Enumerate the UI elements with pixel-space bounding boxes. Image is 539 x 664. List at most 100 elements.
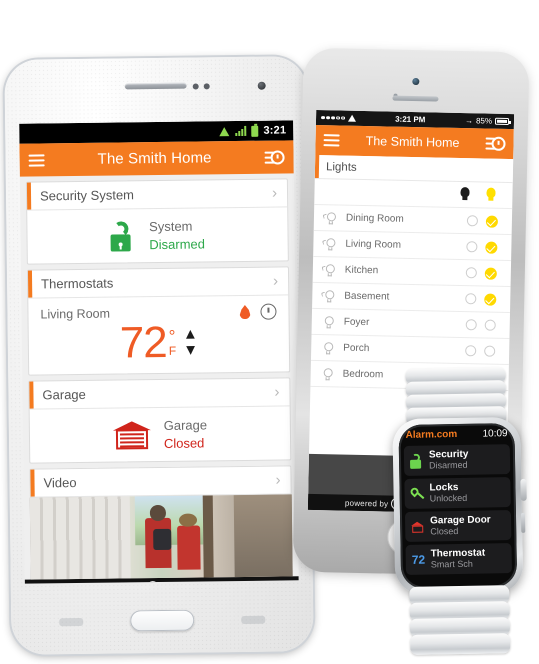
powered-by-label: powered by xyxy=(344,498,389,509)
card-title: Thermostats xyxy=(41,275,114,292)
security-system-card[interactable]: Security System › System Disarmed xyxy=(25,178,289,265)
security-system-card-header[interactable]: Security System › xyxy=(26,179,288,211)
status-bar-right-group: → 85% xyxy=(464,116,510,126)
light-on-toggle[interactable] xyxy=(484,267,497,280)
thermostat-unit-block: ° F xyxy=(168,327,177,358)
interior-wall xyxy=(234,494,293,578)
card-title: Garage xyxy=(42,386,86,403)
watch-case: Alarm.com 10:09 Security Disarmed Locks … xyxy=(392,416,527,596)
watch-side-button[interactable] xyxy=(520,512,526,533)
garage-status-block: Garage Closed xyxy=(164,417,208,453)
powered-by-label: powered by xyxy=(99,583,142,584)
list-item[interactable]: Foyer xyxy=(311,308,510,340)
chevron-right-icon: › xyxy=(274,383,280,401)
card-title: Security System xyxy=(39,187,135,204)
watch-item-title: Garage Door xyxy=(429,514,491,527)
light-name: Porch xyxy=(343,342,370,355)
list-item[interactable]: Basement xyxy=(312,282,511,314)
watch-header: Alarm.com 10:09 xyxy=(398,423,514,443)
watch-item-garage-door[interactable]: Garage Door Closed xyxy=(404,510,512,542)
carrier-signal-dots-icon xyxy=(321,115,345,120)
battery-percent-label: 85% xyxy=(475,116,493,126)
chevron-right-icon: › xyxy=(275,471,281,489)
watch-item-text: Security Disarmed xyxy=(429,449,469,471)
video-card-header[interactable]: Video › xyxy=(30,466,291,498)
back-softkey[interactable] xyxy=(241,615,266,625)
list-item[interactable]: Dining Room xyxy=(313,204,513,236)
app-title: The Smith Home xyxy=(365,134,460,150)
temperature-unit-label: F xyxy=(168,343,177,358)
home-button[interactable] xyxy=(130,609,195,632)
watch-app-brand: Alarm.com xyxy=(405,428,458,441)
light-on-toggle[interactable] xyxy=(484,293,497,306)
temperature-value: 72 xyxy=(411,552,426,567)
thermostats-card-header[interactable]: Thermostats › xyxy=(27,267,289,299)
light-off-toggle[interactable] xyxy=(466,241,478,253)
light-on-toggle[interactable] xyxy=(485,215,499,228)
hamburger-menu-icon[interactable] xyxy=(323,134,340,147)
light-off-toggle[interactable] xyxy=(465,345,477,357)
temperature-up-button[interactable]: ▲ xyxy=(183,325,198,342)
light-name: Dining Room xyxy=(345,212,404,225)
wifi-icon xyxy=(347,115,355,122)
list-item[interactable]: Porch xyxy=(310,334,510,366)
light-bulb-icon xyxy=(321,237,337,251)
lights-column-headers xyxy=(314,178,513,210)
watch-item-title: Security xyxy=(428,449,469,461)
digital-crown[interactable] xyxy=(520,478,527,501)
chevron-right-icon: › xyxy=(271,184,278,202)
light-bulb-icon xyxy=(320,289,336,303)
android-phone-device: 3:21 The Smith Home Security System › Sy… xyxy=(4,56,314,655)
proximity-sensor-icon xyxy=(192,83,199,90)
watch-item-subtitle: Unlocked xyxy=(429,493,468,504)
watch-item-thermostat[interactable]: 72 Thermostat Smart Sch xyxy=(405,543,513,575)
flame-heat-icon[interactable] xyxy=(237,303,252,320)
watch-item-locks[interactable]: Locks Unlocked xyxy=(404,477,511,509)
video-card[interactable]: Video › xyxy=(29,465,292,498)
garage-card[interactable]: Garage › Garage Closed xyxy=(28,377,292,464)
backpack xyxy=(153,528,172,551)
security-system-card-body: System Disarmed xyxy=(27,207,288,263)
security-status-badge: Disarmed xyxy=(149,235,206,252)
hamburger-menu-icon[interactable] xyxy=(28,153,45,167)
light-off-toggle[interactable] xyxy=(465,267,477,279)
lights-section-header[interactable]: Lights xyxy=(314,154,514,184)
clock-schedule-icon[interactable] xyxy=(260,303,277,320)
video-live-feed-thumbnail[interactable] xyxy=(29,494,293,580)
battery-icon xyxy=(251,125,259,137)
garage-card-header[interactable]: Garage › xyxy=(29,378,290,410)
lights-list: Dining Room Living Room Kitchen Basement… xyxy=(310,204,513,392)
temperature-down-button[interactable]: ▼ xyxy=(183,341,198,358)
watch-item-security[interactable]: Security Disarmed xyxy=(403,444,511,476)
light-name: Basement xyxy=(344,290,390,303)
watch-item-title: Thermostat xyxy=(430,547,486,560)
activity-list-icon[interactable] xyxy=(485,134,506,154)
watch-item-text: Thermostat Smart Sch xyxy=(431,548,486,570)
light-sensor-icon xyxy=(203,83,210,90)
list-item[interactable]: Kitchen xyxy=(312,256,512,288)
light-on-toggle[interactable] xyxy=(485,241,498,254)
phone-bezel xyxy=(4,56,306,60)
light-bulb-icon xyxy=(321,315,336,329)
light-on-toggle[interactable] xyxy=(484,345,496,357)
earpiece-speaker xyxy=(392,95,439,102)
iphone-app-bar: The Smith Home xyxy=(315,124,514,160)
signal-icon xyxy=(235,125,247,137)
status-bar-time: 3:21 PM xyxy=(395,114,426,125)
thermostats-card[interactable]: Thermostats › Living Room 72 ° F ▲ ▼ xyxy=(26,266,291,376)
temperature-stepper[interactable]: ▲ ▼ xyxy=(183,325,198,358)
front-camera-icon xyxy=(257,81,266,90)
door-frame xyxy=(202,495,215,578)
light-off-toggle[interactable] xyxy=(465,319,477,331)
watch-screen: Alarm.com 10:09 Security Disarmed Locks … xyxy=(398,423,518,590)
bluetooth-icon: → xyxy=(464,116,474,126)
light-on-toggle[interactable] xyxy=(484,319,496,331)
light-off-toggle[interactable] xyxy=(465,293,477,305)
app-title: The Smith Home xyxy=(97,149,212,168)
watch-item-title: Locks xyxy=(429,482,459,494)
person-two xyxy=(176,525,201,570)
activity-list-icon[interactable] xyxy=(264,147,285,167)
recents-softkey[interactable] xyxy=(59,617,84,627)
light-off-toggle[interactable] xyxy=(466,215,479,227)
garage-door-icon xyxy=(411,519,424,534)
